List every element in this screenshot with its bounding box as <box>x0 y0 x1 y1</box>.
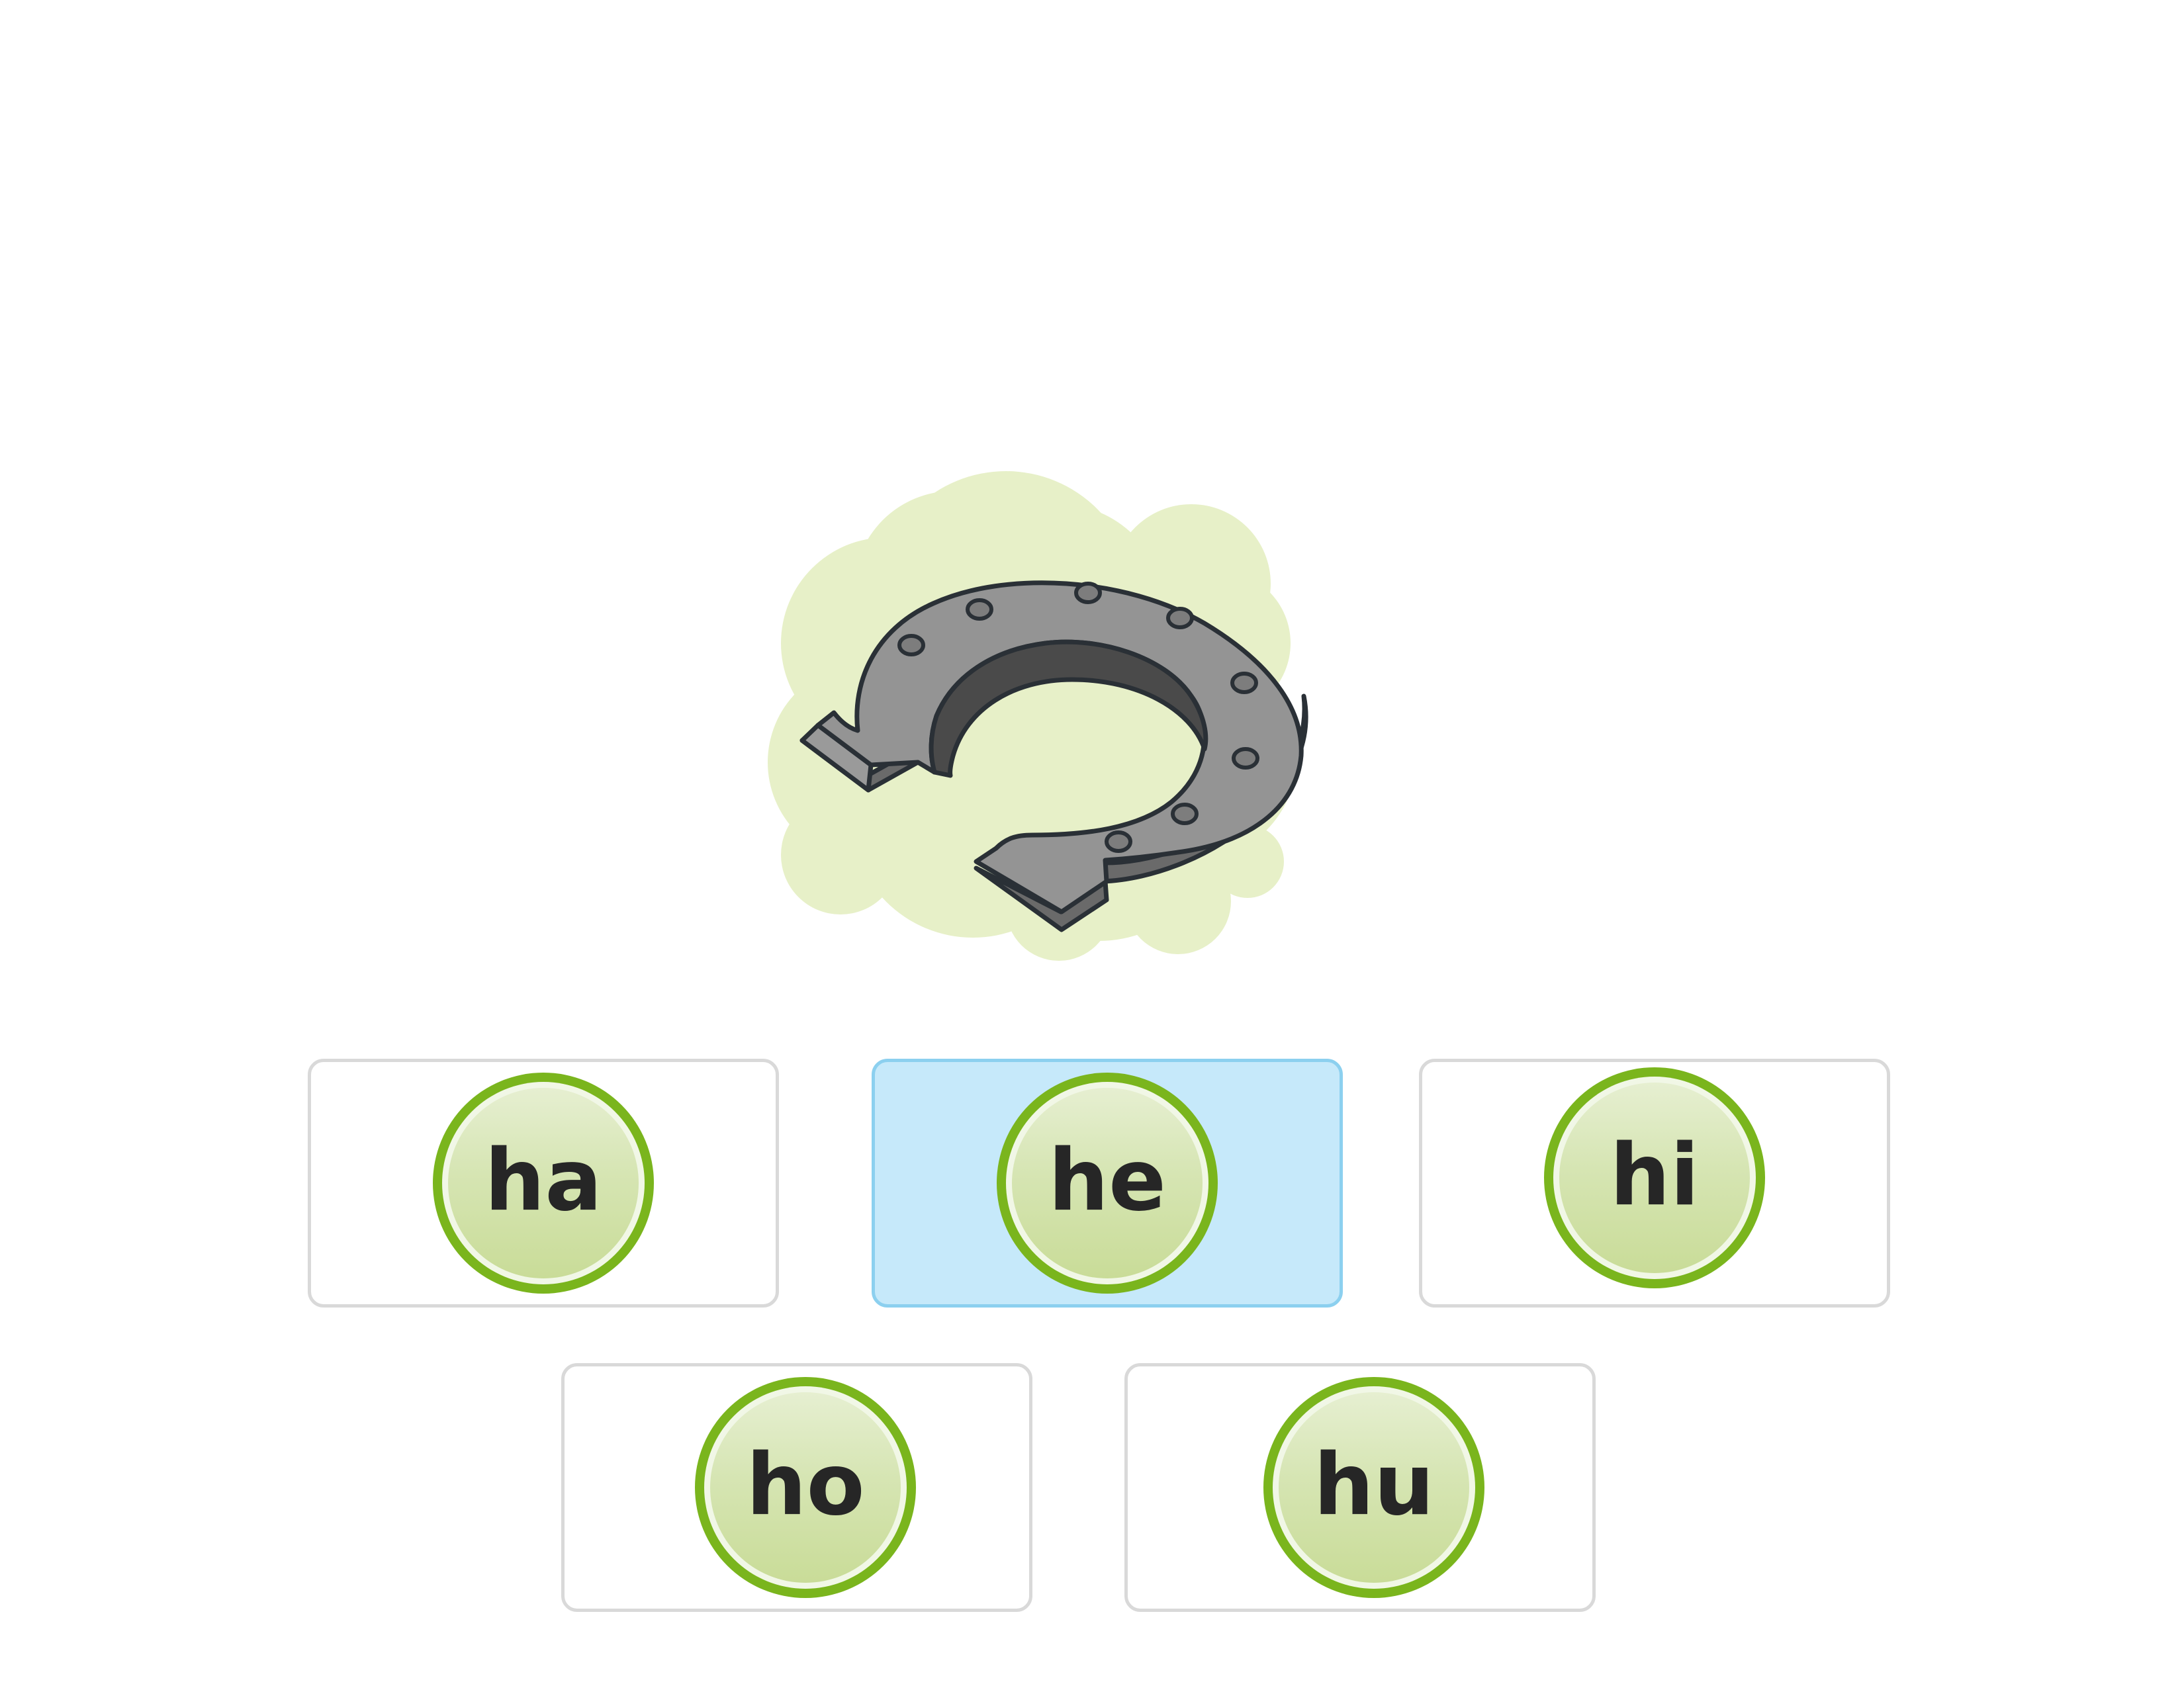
syllable-button[interactable]: ho <box>695 1377 916 1598</box>
syllable-ring: ha <box>442 1082 645 1284</box>
syllable-label: ho <box>746 1436 865 1534</box>
prompt-picture <box>754 445 1337 987</box>
syllable-button[interactable]: hu <box>1263 1377 1484 1598</box>
syllable-button[interactable]: hi <box>1544 1067 1765 1288</box>
syllable-face: ho <box>710 1392 901 1583</box>
syllable-ring: hu <box>1273 1386 1475 1589</box>
option-card-he[interactable]: he <box>872 1059 1343 1308</box>
syllable-label: hi <box>1610 1126 1700 1225</box>
syllable-face: hi <box>1559 1083 1750 1273</box>
syllable-ring: hi <box>1553 1077 1756 1279</box>
syllable-label: hu <box>1313 1436 1435 1534</box>
option-card-ho[interactable]: ho <box>561 1363 1032 1612</box>
syllable-button[interactable]: ha <box>433 1073 654 1294</box>
horseshoe-icon <box>768 471 1308 961</box>
option-card-hu[interactable]: hu <box>1124 1363 1596 1612</box>
syllable-label: ha <box>484 1132 602 1230</box>
syllable-ring: he <box>1006 1082 1208 1284</box>
syllable-ring: ho <box>704 1386 907 1589</box>
syllable-label: he <box>1048 1132 1166 1230</box>
syllable-face: hu <box>1279 1392 1469 1583</box>
syllable-button[interactable]: he <box>997 1073 1218 1294</box>
option-card-ha[interactable]: ha <box>308 1059 779 1308</box>
syllable-face: ha <box>448 1088 639 1278</box>
option-card-hi[interactable]: hi <box>1419 1059 1890 1308</box>
syllable-face: he <box>1012 1088 1203 1278</box>
